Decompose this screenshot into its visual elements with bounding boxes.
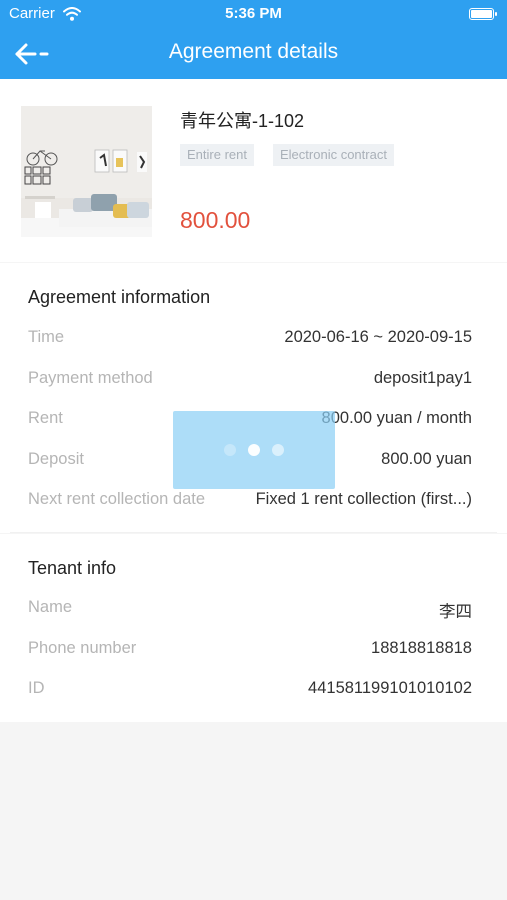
row-label: Deposit <box>28 450 84 468</box>
battery-icon <box>469 8 497 20</box>
property-title: 青年公寓-1-102 <box>180 111 305 131</box>
agreement-section: Agreement information Time 2020-06-16 ~ … <box>0 263 507 533</box>
row-time: Time 2020-06-16 ~ 2020-09-15 <box>28 328 472 352</box>
divider <box>10 532 497 533</box>
row-label: Time <box>28 328 65 346</box>
row-label: ID <box>28 679 45 697</box>
top-bar: Carrier 5:36 PM Agreement details <box>0 0 507 79</box>
nav-bar: Agreement details <box>0 38 507 70</box>
property-price: 800.00 <box>180 207 251 233</box>
loading-dot <box>224 444 236 456</box>
section-title-agreement: Agreement information <box>28 287 211 307</box>
row-value: 李四 <box>439 603 472 621</box>
row-value: 18818818818 <box>371 639 472 657</box>
status-bar: Carrier 5:36 PM <box>0 5 507 25</box>
property-card[interactable]: 青年公寓-1-102 Entire rent Electronic contra… <box>0 79 507 262</box>
row-label: Phone number <box>28 639 137 657</box>
row-phone-number: Phone number 18818818818 <box>28 639 472 663</box>
status-time: 5:36 PM <box>225 5 282 22</box>
tag-entire-rent: Entire rent <box>180 144 254 166</box>
loading-indicator <box>173 411 335 489</box>
row-name: Name 李四 <box>28 598 472 622</box>
row-value: deposit1pay1 <box>373 369 472 387</box>
loading-dot <box>248 444 260 456</box>
row-value: 2020-06-16 ~ 2020-09-15 <box>284 328 472 346</box>
property-photo <box>21 106 152 237</box>
page-title: Agreement details <box>168 40 339 63</box>
row-next-collection-date: Next rent collection date Fixed 1 rent c… <box>28 490 472 514</box>
row-label: Next rent collection date <box>28 490 206 508</box>
tenant-section: Tenant info Name 李四 Phone number 1881881… <box>0 534 507 722</box>
row-label: Payment method <box>28 369 153 387</box>
row-id: ID 441581199101010102 <box>28 679 472 703</box>
section-title-tenant: Tenant info <box>28 558 117 578</box>
row-payment-method: Payment method deposit1pay1 <box>28 369 472 393</box>
tag-electronic-contract: Electronic contract <box>273 144 394 166</box>
row-value: 441581199101010102 <box>308 679 472 697</box>
row-value: Fixed 1 rent collection (first...) <box>255 490 472 508</box>
row-value: 800.00 yuan <box>381 450 472 468</box>
row-label: Rent <box>28 409 63 427</box>
loading-dot <box>272 444 284 456</box>
row-value: 800.00 yuan / month <box>321 409 472 427</box>
row-label: Name <box>28 598 73 616</box>
